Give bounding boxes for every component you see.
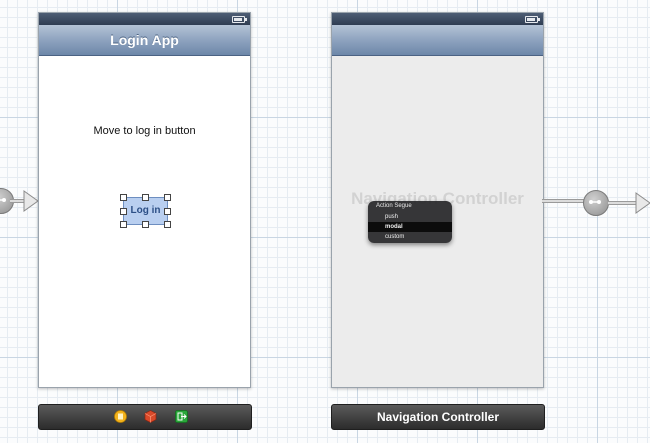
resize-handle[interactable] [120, 208, 127, 215]
cube-object-icon[interactable] [144, 410, 157, 423]
resize-handle[interactable] [164, 208, 171, 215]
battery-icon [232, 16, 247, 23]
instruction-label: Move to log in button [93, 125, 196, 137]
resize-handle[interactable] [164, 221, 171, 228]
status-bar [332, 13, 543, 25]
resize-handle[interactable] [164, 194, 171, 201]
navigation-bar[interactable] [332, 25, 543, 56]
resize-handle[interactable] [120, 194, 127, 201]
exit-icon[interactable] [175, 410, 188, 423]
relationship-segue-line [542, 199, 584, 203]
relationship-segue-arrow [608, 192, 650, 214]
menu-title: Action Segue [376, 203, 412, 209]
login-scene-dock[interactable] [38, 404, 252, 430]
menu-item-push[interactable]: push [368, 212, 452, 222]
resize-handle[interactable] [142, 221, 149, 228]
status-bar [39, 13, 250, 25]
segue-node-glyph [0, 198, 6, 202]
navigation-controller-scene[interactable]: Navigation Controller [331, 12, 544, 388]
navigation-bar[interactable]: Login App [39, 25, 250, 56]
menu-item-custom[interactable]: custom [368, 232, 452, 242]
menu-item-modal[interactable]: modal [368, 222, 452, 232]
resize-handle[interactable] [142, 194, 149, 201]
navigation-controller-dock[interactable]: Navigation Controller [331, 404, 545, 430]
login-scene[interactable]: Login App Move to log in button Log in [38, 12, 251, 388]
navbar-title: Login App [110, 32, 179, 48]
segue-node-glyph [589, 200, 601, 204]
dock-title: Navigation Controller [376, 410, 499, 424]
resize-handle[interactable] [120, 221, 127, 228]
first-responder-icon[interactable] [114, 410, 127, 423]
action-segue-menu[interactable]: Action Segue push modal custom [368, 201, 452, 243]
battery-icon [525, 16, 540, 23]
entry-segue-arrow [10, 190, 39, 212]
